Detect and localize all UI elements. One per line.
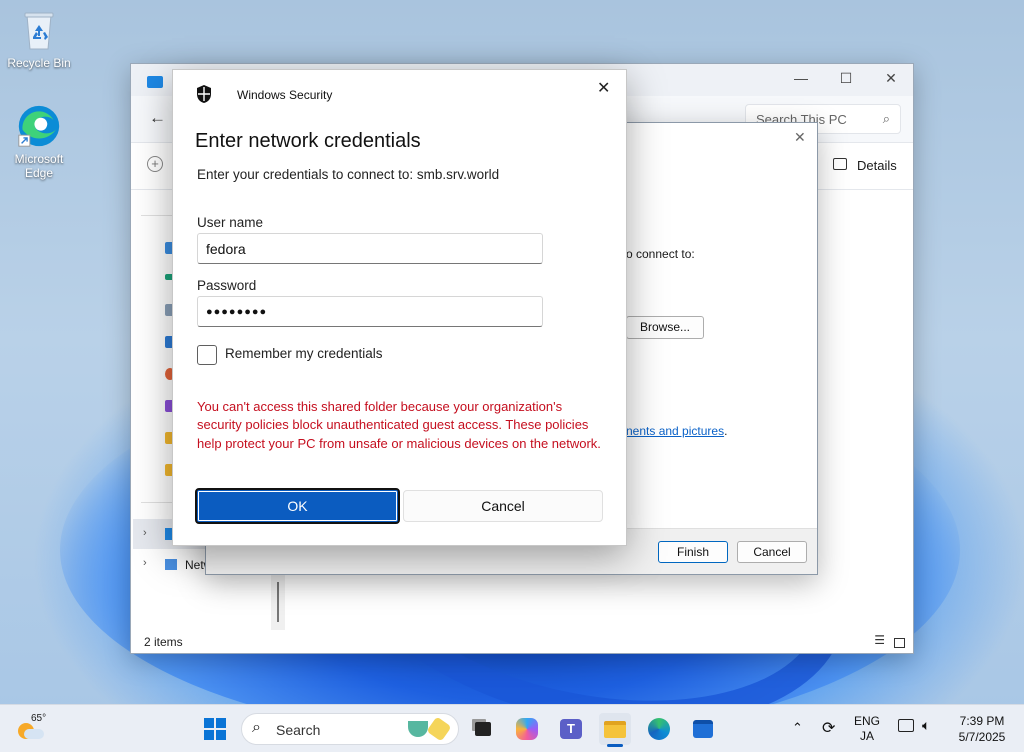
search-highlight-icon (408, 721, 428, 737)
tiles-view-icon[interactable] (894, 638, 905, 648)
task-view-button[interactable] (467, 713, 499, 745)
start-button[interactable] (199, 713, 231, 745)
teams-button[interactable]: T (555, 713, 587, 745)
taskbar-search[interactable]: ⌕ Search (241, 713, 459, 745)
network-icon (165, 559, 177, 570)
password-label: Password (197, 278, 257, 293)
sync-icon[interactable]: ⟳ (822, 718, 835, 738)
remember-credentials-checkbox[interactable] (197, 345, 217, 365)
maximize-icon[interactable]: ☐ (832, 70, 860, 87)
finish-button[interactable]: Finish (658, 541, 728, 563)
copilot-icon (516, 718, 538, 740)
windows-logo-icon (204, 718, 226, 740)
close-icon[interactable]: ✕ (794, 129, 806, 146)
weather-widget[interactable]: 65° (18, 713, 58, 747)
remember-credentials-label[interactable]: Remember my credentials (225, 346, 383, 361)
browse-button[interactable]: Browse... (626, 316, 704, 339)
weather-temp: 65° (31, 713, 47, 724)
wizard-link-line: nents and pictures. (626, 424, 728, 438)
dialog-app-name: Windows Security (237, 88, 333, 102)
desktop-icon-recycle-bin[interactable]: Recycle Bin (4, 8, 74, 70)
store-button[interactable] (687, 713, 719, 745)
chevron-right-icon[interactable]: › (143, 557, 147, 569)
show-hidden-icons-chevron-icon[interactable]: ⌃ (792, 720, 803, 736)
windows-security-dialog: Windows Security ✕ Enter network credent… (172, 69, 627, 546)
search-icon: ⌕ (882, 111, 890, 126)
edge-icon (17, 104, 61, 148)
input-language-indicator[interactable]: ENG JA (854, 714, 880, 744)
desktop-icon-edge[interactable]: Microsoft Edge (4, 104, 74, 180)
details-view-icon[interactable]: ☰ (874, 633, 885, 647)
teams-icon: T (560, 719, 582, 739)
volume-icon[interactable]: 🔈︎ (922, 717, 930, 734)
scrollbar[interactable] (271, 574, 285, 630)
ok-button[interactable]: OK (195, 488, 400, 524)
search-icon: ⌕ (252, 719, 261, 736)
copilot-button[interactable] (511, 713, 543, 745)
active-indicator (607, 744, 623, 747)
username-input[interactable]: fedora (197, 233, 543, 264)
clock[interactable]: 7:39 PM 5/7/2025 (950, 713, 1014, 745)
close-icon[interactable]: ✕ (877, 70, 905, 87)
nav-item-network[interactable]: › Netw (133, 551, 212, 579)
desktop-icon-label: Recycle Bin (7, 56, 71, 70)
status-item-count: 2 items (144, 635, 183, 649)
error-message: You can't access this shared folder beca… (197, 399, 601, 451)
task-view-icon (475, 722, 491, 736)
dialog-subtitle: Enter your credentials to connect to: sm… (197, 167, 500, 182)
chevron-right-icon[interactable]: › (143, 527, 147, 539)
close-icon[interactable]: ✕ (597, 78, 610, 98)
back-arrow-icon[interactable]: ← (149, 108, 166, 128)
new-icon[interactable]: + (147, 156, 163, 172)
documents-pictures-link[interactable]: nents and pictures (626, 424, 724, 438)
store-icon (693, 720, 713, 738)
cancel-button[interactable]: Cancel (403, 490, 603, 522)
file-explorer-button[interactable] (599, 713, 631, 747)
desktop-icon-label: Microsoft Edge (14, 152, 64, 180)
edge-icon (648, 718, 670, 740)
folder-icon (604, 720, 626, 738)
edge-button[interactable] (643, 713, 675, 745)
taskbar: 65° ⌕ Search T ⌃ ⟳ ENG JA 🔈︎ 7:39 PM 5/7… (0, 704, 1024, 752)
network-icon[interactable] (898, 719, 914, 732)
details-pane-icon (833, 158, 847, 170)
cancel-button[interactable]: Cancel (737, 541, 807, 563)
cloud-icon (24, 729, 44, 739)
minimize-icon[interactable]: — (787, 70, 815, 86)
dialog-title: Enter network credentials (195, 130, 421, 152)
recycle-bin-icon (17, 8, 61, 52)
password-input[interactable]: ●●●●●●●● (197, 296, 543, 327)
search-highlight-icon (426, 716, 452, 742)
shield-icon (195, 84, 213, 107)
username-label: User name (197, 215, 264, 230)
details-button[interactable]: Details (857, 158, 897, 173)
this-pc-icon (147, 76, 163, 88)
